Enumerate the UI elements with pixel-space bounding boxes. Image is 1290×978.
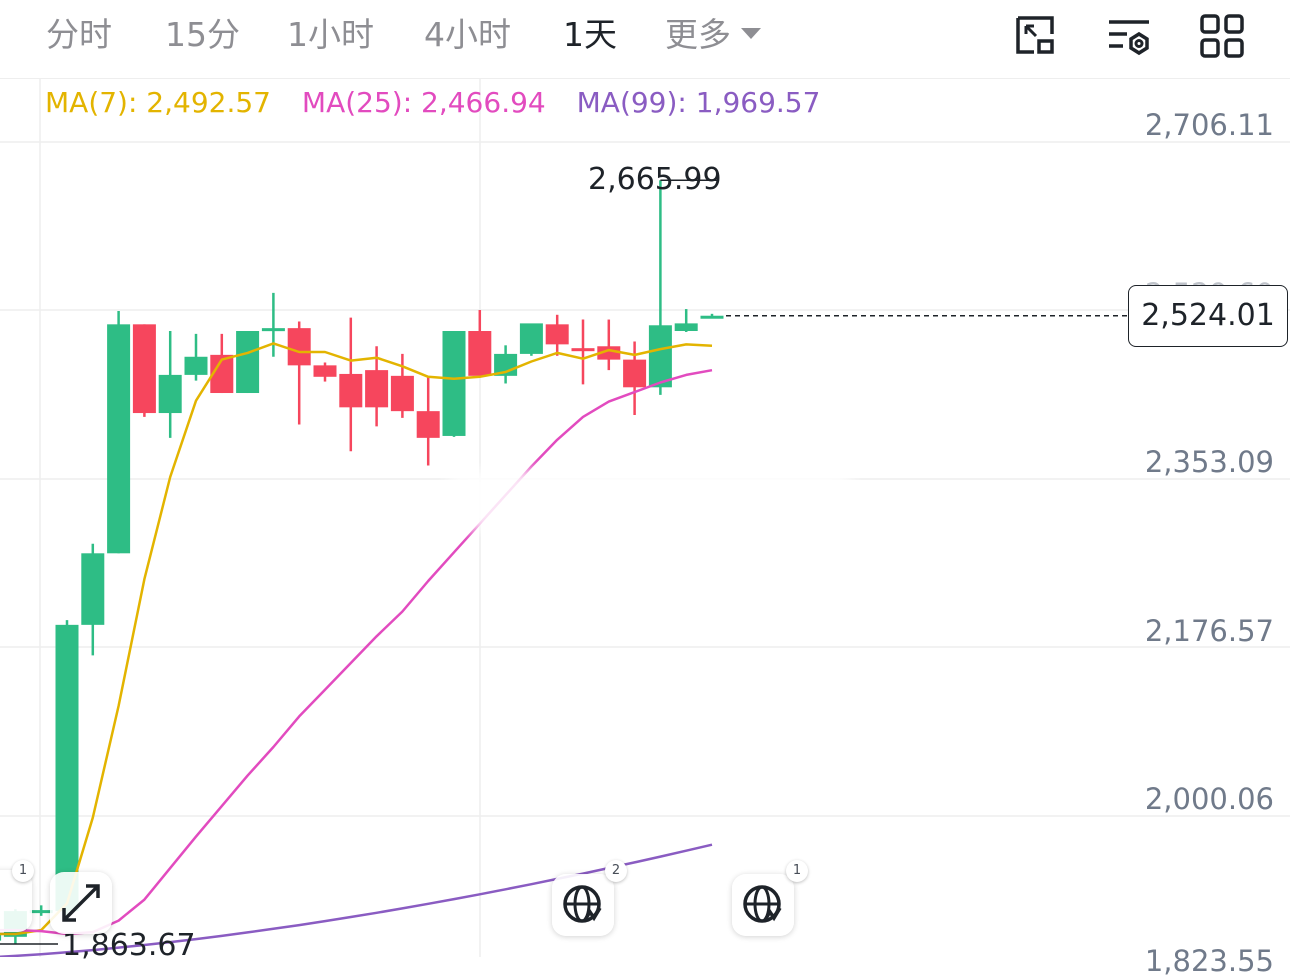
candle-body <box>442 331 466 436</box>
current-price-tag: 2,524.01 <box>1128 285 1288 347</box>
candle-body <box>648 325 672 388</box>
news-marker-button[interactable] <box>552 874 614 936</box>
candle-body <box>158 374 182 414</box>
candle-body <box>107 324 131 554</box>
candle-body <box>261 328 285 332</box>
candle-body <box>545 324 569 345</box>
news-count-badge: 1 <box>786 860 808 882</box>
high-price-label: 2,665.99 <box>588 162 722 197</box>
globe-icon <box>563 885 602 923</box>
candle-body <box>623 359 647 388</box>
y-axis-label: 2,000.06 <box>1144 782 1274 816</box>
candle-body <box>365 370 389 408</box>
candle-body <box>81 553 105 625</box>
expand-arrows-icon <box>62 884 100 922</box>
ma7-line <box>0 342 713 936</box>
ma99-legend: MA(99): 1,969.57 <box>576 86 821 119</box>
candle-body <box>390 375 414 412</box>
candle-body <box>700 315 724 319</box>
candle-body <box>287 328 311 366</box>
candle-body <box>313 365 337 377</box>
globe-icon <box>743 885 782 923</box>
candle-body <box>571 348 595 352</box>
candle-body <box>468 331 492 376</box>
candle-body <box>236 331 260 394</box>
candle-body <box>416 411 440 438</box>
candle-body <box>132 324 156 414</box>
watermark-blur <box>440 470 860 530</box>
ma25-legend: MA(25): 2,466.94 <box>301 86 546 119</box>
y-axis-label: 1,823.55 <box>1144 944 1274 978</box>
event-count-badge: 1 <box>12 860 34 882</box>
y-axis-label: 2,353.09 <box>1144 445 1274 479</box>
candle-body <box>339 373 363 408</box>
candle-body <box>55 624 79 912</box>
ma7-legend: MA(7): 2,492.57 <box>45 86 271 119</box>
low-leader-line <box>0 943 58 945</box>
expand-chart-button[interactable] <box>50 872 112 934</box>
y-axis-label: 2,706.11 <box>1144 108 1274 142</box>
candle-body <box>519 323 543 354</box>
ma-legend: MA(7): 2,492.57 MA(25): 2,466.94 MA(99):… <box>45 86 842 119</box>
ma25-line <box>0 368 713 936</box>
candle-body <box>184 356 208 375</box>
y-axis-label: 2,176.57 <box>1144 614 1274 648</box>
news-marker-button[interactable] <box>732 874 794 936</box>
candle-body <box>674 323 698 332</box>
news-count-badge: 2 <box>605 860 627 882</box>
